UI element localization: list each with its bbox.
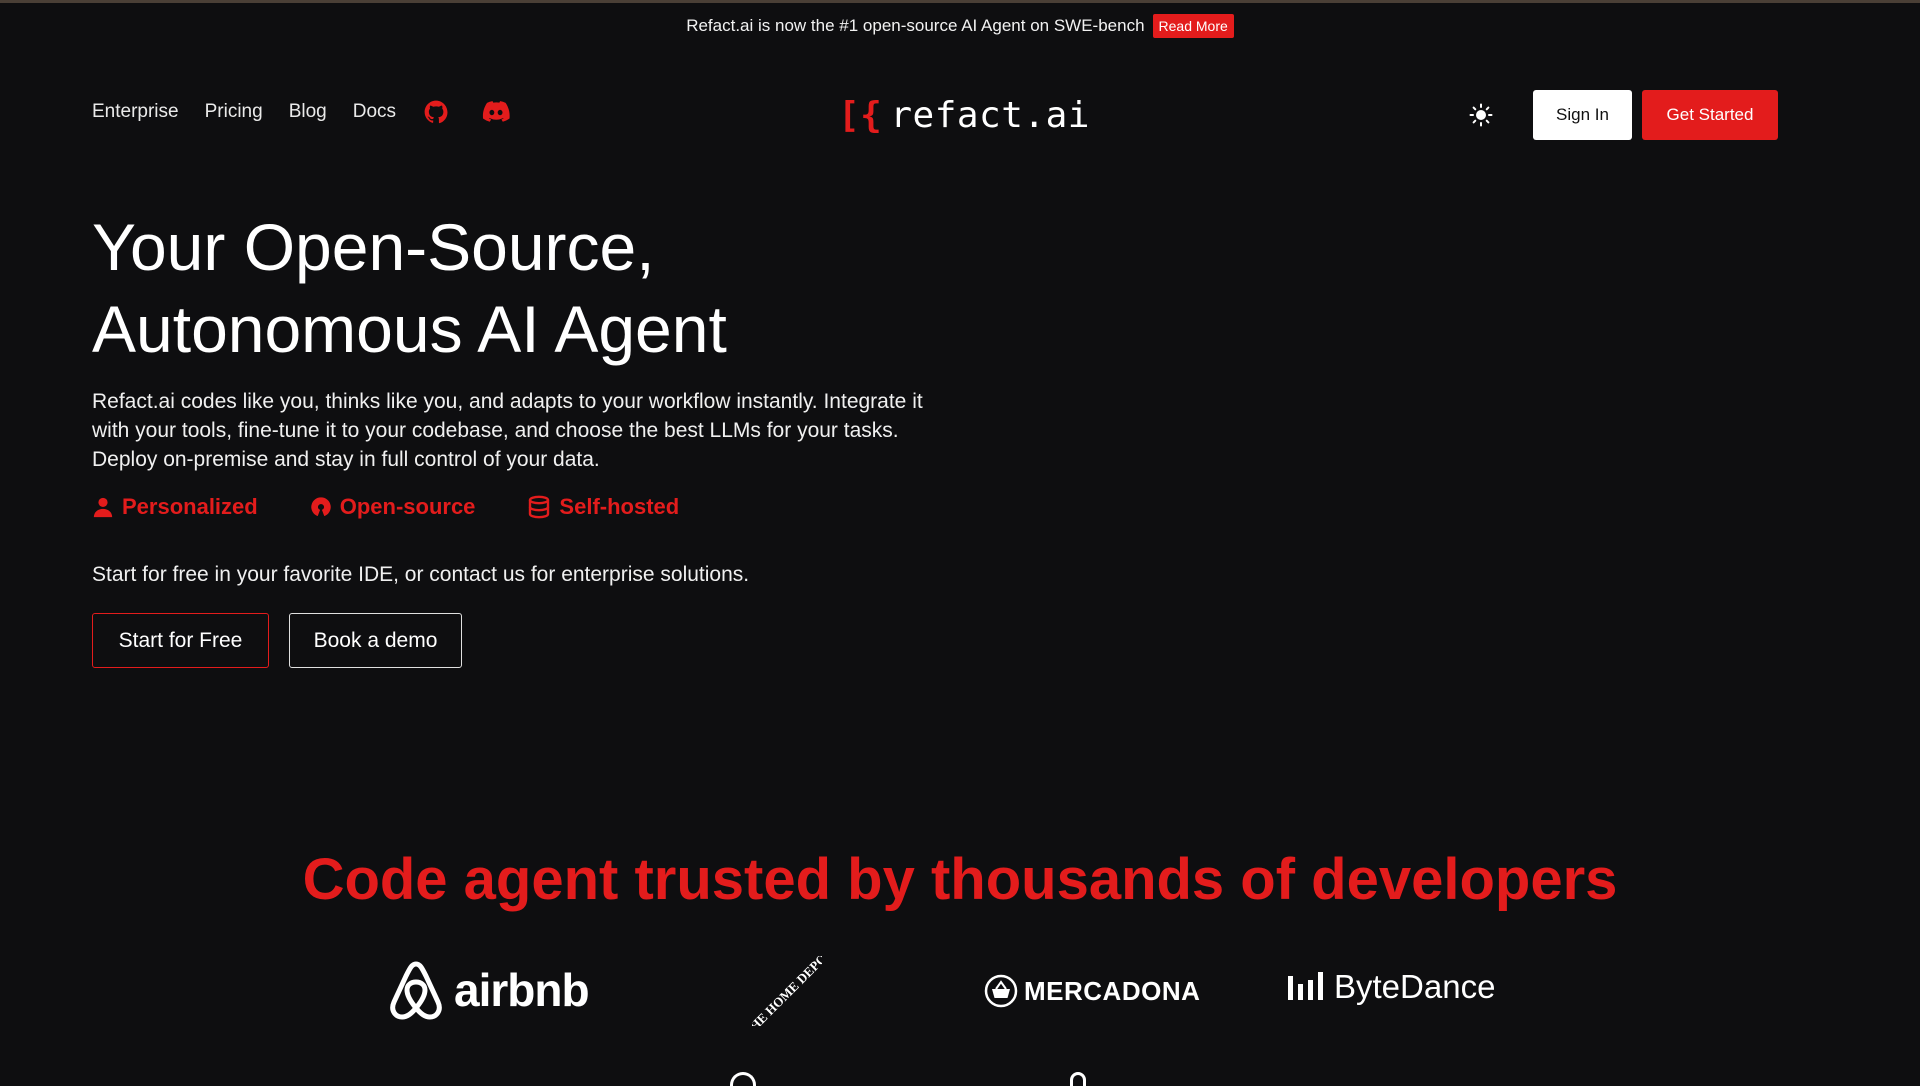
next-row-logo-peek bbox=[1070, 1072, 1086, 1086]
refact-logo[interactable]: [{ refact.ai bbox=[838, 92, 1090, 138]
github-icon[interactable] bbox=[422, 98, 450, 126]
airbnb-wordmark: airbnb bbox=[454, 964, 590, 1016]
airbnb-mark-icon bbox=[390, 961, 442, 1020]
nav-link-pricing[interactable]: Pricing bbox=[205, 101, 263, 123]
airbnb-logo: airbnb bbox=[388, 960, 590, 1020]
open-source-icon bbox=[310, 497, 331, 517]
cta-text: Start for free in your favorite IDE, or … bbox=[92, 563, 750, 586]
discord-icon[interactable] bbox=[482, 98, 510, 126]
bytedance-logo: ByteDance bbox=[1288, 968, 1495, 1006]
nav-link-docs[interactable]: Docs bbox=[353, 101, 396, 123]
bytedance-wordmark: ByteDance bbox=[1334, 968, 1496, 1005]
announcement-text: Refact.ai is now the #1 open-source AI A… bbox=[686, 16, 1145, 35]
cta-buttons: Start for Free Book a demo bbox=[92, 613, 462, 668]
header-actions: Sign In Get Started bbox=[1459, 90, 1778, 140]
feature-self-hosted: Self-hosted bbox=[527, 494, 679, 520]
book-demo-button[interactable]: Book a demo bbox=[289, 613, 462, 668]
feature-open-source: Open-source bbox=[310, 494, 476, 520]
bytedance-bars-icon bbox=[1288, 972, 1323, 1000]
home-depot-logo: THE HOME DEPOT bbox=[752, 956, 822, 1026]
logo-mark: [{ bbox=[838, 94, 883, 136]
feature-list: Personalized Open-source Self-hosted bbox=[92, 494, 679, 520]
nav-link-enterprise[interactable]: Enterprise bbox=[92, 101, 179, 123]
read-more-button[interactable]: Read More bbox=[1152, 14, 1234, 38]
database-icon bbox=[529, 495, 550, 519]
nav-link-blog[interactable]: Blog bbox=[289, 101, 327, 123]
mercadona-wordmark: MERCADONA bbox=[1024, 975, 1201, 1006]
sun-icon[interactable] bbox=[1459, 93, 1503, 137]
sign-in-button[interactable]: Sign In bbox=[1533, 90, 1632, 140]
announcement-bar: Refact.ai is now the #1 open-source AI A… bbox=[0, 12, 1920, 40]
logo-text: refact.ai bbox=[890, 94, 1090, 136]
hero-description: Refact.ai codes like you, thinks like yo… bbox=[92, 390, 923, 471]
trusted-heading: Code agent trusted by thousands of devel… bbox=[302, 847, 1618, 912]
hero-title: Your Open-Source, Autonomous AI Agent bbox=[92, 206, 992, 370]
user-icon bbox=[93, 497, 113, 518]
next-row-logo-peek bbox=[730, 1072, 756, 1086]
hero-title-line1: Your Open-Source, bbox=[92, 210, 655, 284]
start-for-free-button[interactable]: Start for Free bbox=[92, 613, 269, 668]
feature-personalized: Personalized bbox=[92, 494, 258, 520]
mercadona-basket-icon bbox=[984, 974, 1018, 1008]
main-nav: Enterprise Pricing Blog Docs bbox=[92, 98, 510, 126]
home-depot-wordmark: THE HOME DEPOT bbox=[752, 956, 822, 1026]
feature-label: Open-source bbox=[339, 494, 476, 519]
hero-title-line2: Autonomous AI Agent bbox=[92, 292, 727, 366]
customer-logos: airbnb THE HOME DEPOT MERCADONA ByteDanc… bbox=[0, 956, 1920, 1030]
feature-label: Self-hosted bbox=[559, 494, 680, 519]
feature-label: Personalized bbox=[122, 494, 258, 519]
top-border bbox=[0, 0, 1920, 3]
get-started-button[interactable]: Get Started bbox=[1642, 90, 1778, 140]
mercadona-logo: MERCADONA bbox=[984, 974, 1200, 1008]
